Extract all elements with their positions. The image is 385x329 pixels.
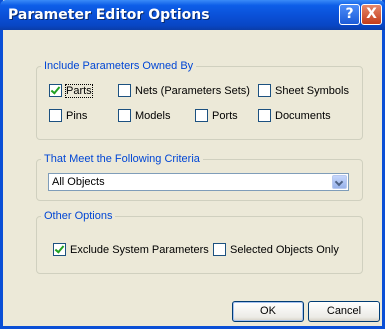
ok-button[interactable]: OK	[232, 301, 304, 322]
pins-checkbox[interactable]: Pins	[49, 109, 87, 122]
other-options-group: Other Options	[36, 210, 363, 274]
other-options-legend: Other Options	[44, 210, 113, 222]
criteria-dropdown-value: All Objects	[52, 176, 105, 188]
window-title: Parameter Editor Options	[8, 7, 210, 23]
chevron-down-icon[interactable]	[332, 175, 347, 189]
documents-label: Documents	[275, 109, 331, 122]
models-checkbox-box[interactable]	[118, 109, 131, 122]
owned-by-legend: Include Parameters Owned By	[44, 60, 194, 72]
ports-label: Ports	[212, 109, 238, 122]
title-bar[interactable]: Parameter Editor Options ? X	[0, 0, 385, 30]
exclude-system-parameters-checkbox-box[interactable]	[53, 243, 66, 256]
parts-checkbox-box[interactable]	[49, 84, 62, 97]
selected-objects-only-checkbox-box[interactable]	[213, 243, 226, 256]
pins-label: Pins	[66, 109, 88, 122]
selected-objects-only-label: Selected Objects Only	[230, 243, 339, 256]
parts-label: Parts	[65, 83, 93, 98]
criteria-dropdown[interactable]: All Objects	[48, 173, 349, 191]
cancel-button[interactable]: Cancel	[308, 301, 380, 322]
owned-by-group: Include Parameters Owned By	[36, 60, 363, 140]
criteria-legend: That Meet the Following Criteria	[44, 153, 200, 165]
models-checkbox[interactable]: Models	[118, 109, 170, 122]
ports-checkbox-box[interactable]	[195, 109, 208, 122]
ports-checkbox[interactable]: Ports	[195, 109, 238, 122]
nets-label: Nets (Parameters Sets)	[135, 84, 250, 97]
pins-checkbox-box[interactable]	[49, 109, 62, 122]
selected-objects-only-checkbox[interactable]: Selected Objects Only	[213, 243, 339, 256]
exclude-system-parameters-label: Exclude System Parameters	[70, 243, 209, 256]
models-label: Models	[135, 109, 171, 122]
nets-checkbox-box[interactable]	[118, 84, 131, 97]
help-button[interactable]: ?	[339, 4, 360, 25]
sheet-symbols-checkbox[interactable]: Sheet Symbols	[258, 84, 349, 97]
documents-checkbox[interactable]: Documents	[258, 109, 331, 122]
sheet-symbols-label: Sheet Symbols	[275, 84, 349, 97]
documents-checkbox-box[interactable]	[258, 109, 271, 122]
exclude-system-parameters-checkbox[interactable]: Exclude System Parameters	[53, 243, 209, 256]
nets-checkbox[interactable]: Nets (Parameters Sets)	[118, 84, 250, 97]
sheet-symbols-checkbox-box[interactable]	[258, 84, 271, 97]
close-button[interactable]: X	[361, 4, 382, 25]
parts-checkbox[interactable]: Parts	[49, 83, 93, 98]
